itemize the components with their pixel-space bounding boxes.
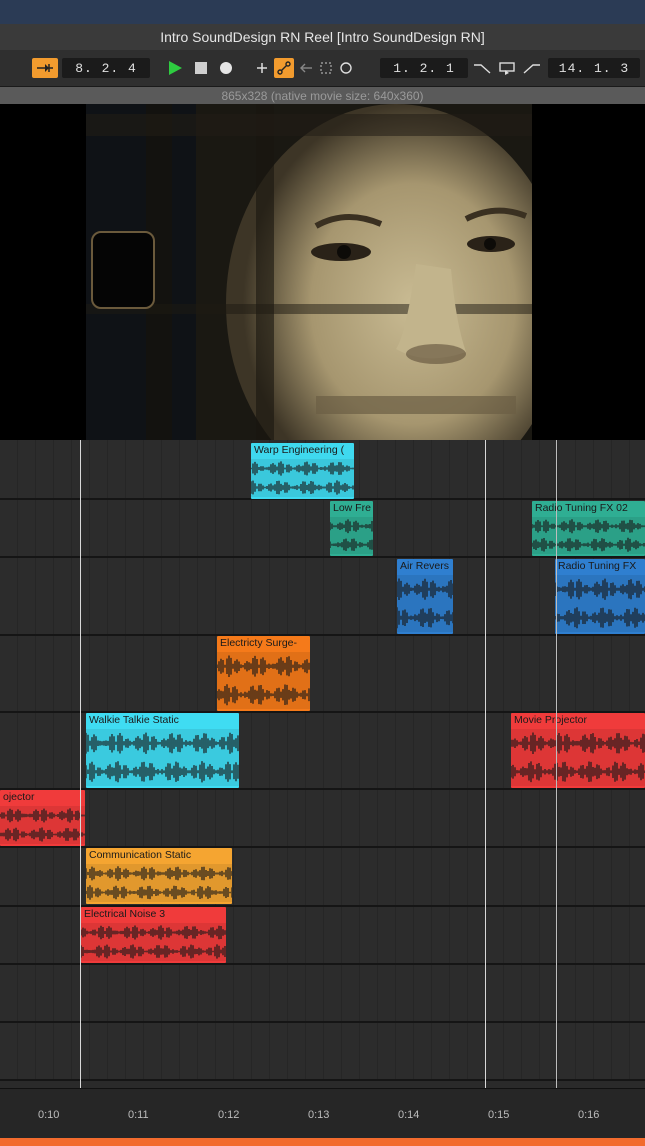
clip-name: Electricty Surge- (220, 637, 298, 649)
waveform (511, 729, 645, 786)
track-lane[interactable] (0, 1023, 645, 1081)
loop-length-field[interactable]: 14. 1. 3 (548, 58, 640, 78)
window-title: Intro SoundDesign RN Reel [Intro SoundDe… (0, 24, 645, 51)
plus-icon (257, 63, 267, 73)
arrow-left-icon (300, 63, 312, 73)
audio-clip[interactable]: Communication Static (86, 848, 232, 904)
audio-clip[interactable]: Warp Engineering ( (251, 443, 354, 499)
top-strip (0, 0, 645, 24)
automation-arm-button[interactable] (274, 58, 294, 78)
punch-in-button[interactable] (472, 58, 492, 78)
time-ruler[interactable]: 0:10 0:11 0:12 0:13 0:14 0:15 0:16 (0, 1088, 645, 1139)
back-to-arrangement-button[interactable] (298, 58, 314, 78)
clip-name: Radio Tuning FX (558, 560, 637, 572)
loop-start-marker[interactable] (80, 440, 81, 1088)
waveform (555, 575, 645, 632)
ruler-tick: 0:16 (578, 1109, 600, 1121)
waveform (217, 652, 310, 709)
loop-start-field[interactable]: 1. 2. 1 (380, 58, 468, 78)
song-position-field[interactable]: 8. 2. 4 (62, 58, 150, 78)
capture-midi-button[interactable] (318, 58, 334, 78)
arrangement-view[interactable]: Warp Engineering ( Low Fre Radio Tuning … (0, 440, 645, 1088)
waveform (532, 517, 645, 554)
audio-clip[interactable]: ojector (0, 790, 85, 846)
clip-name: Warp Engineering ( (254, 444, 345, 456)
punch-out-button[interactable] (522, 58, 542, 78)
waveform (251, 459, 354, 497)
punch-out-icon (523, 64, 540, 74)
loop-icon (499, 62, 515, 75)
track-lane[interactable] (0, 636, 645, 713)
clip-name: Electrical Noise 3 (84, 908, 166, 920)
clip-name: Communication Static (89, 849, 192, 861)
transport-toolbar: 8. 2. 4 1. 2. 1 14. 1. 3 (0, 50, 645, 87)
dashed-square-icon (320, 62, 332, 74)
ruler-tick: 0:13 (308, 1109, 330, 1121)
automation-icon (277, 61, 291, 75)
video-size-info: 865x328 (native movie size: 640x360) (221, 88, 424, 103)
audio-clip[interactable]: Radio Tuning FX 02 (532, 501, 645, 556)
video-image (86, 104, 532, 440)
clip-name: ojector (3, 791, 35, 803)
audio-clip[interactable]: Electrical Noise 3 (81, 907, 226, 963)
waveform (86, 729, 239, 786)
clip-name: Radio Tuning FX 02 (535, 502, 628, 514)
waveform (81, 923, 226, 961)
follow-button[interactable] (32, 58, 58, 78)
overdub-button[interactable] (254, 58, 270, 78)
session-record-button[interactable] (338, 58, 354, 78)
waveform (0, 806, 85, 844)
clip-name: Walkie Talkie Static (89, 714, 179, 726)
video-window[interactable] (0, 104, 645, 440)
track-lane[interactable] (0, 965, 645, 1023)
stop-button[interactable] (192, 58, 210, 78)
track-lane[interactable] (0, 558, 645, 636)
punch-in-icon (474, 64, 491, 74)
audio-clip[interactable]: Low Fre (330, 501, 373, 556)
record-button[interactable] (217, 58, 235, 78)
playhead-line[interactable] (485, 440, 486, 1088)
loop-switch-button[interactable] (496, 58, 518, 78)
play-icon (169, 61, 182, 75)
ruler-tick: 0:12 (218, 1109, 240, 1121)
audio-clip[interactable]: Movie Projector (511, 713, 645, 788)
play-button[interactable] (166, 58, 184, 78)
clip-name: Movie Projector (514, 714, 587, 726)
clip-name: Low Fre (333, 502, 371, 514)
waveform (330, 517, 373, 554)
circle-outline-icon (340, 62, 352, 74)
audio-clip[interactable]: Air Revers (397, 559, 453, 634)
audio-clip[interactable]: Electricty Surge- (217, 636, 310, 711)
ruler-tick: 0:10 (38, 1109, 60, 1121)
video-info-bar: 865x328 (native movie size: 640x360) (0, 87, 645, 104)
clip-name: Air Revers (400, 560, 450, 572)
ruler-tick: 0:14 (398, 1109, 420, 1121)
waveform (86, 864, 232, 902)
waveform (397, 575, 453, 632)
audio-clip[interactable]: Radio Tuning FX (555, 559, 645, 634)
window-title-text: Intro SoundDesign RN Reel [Intro SoundDe… (160, 29, 485, 45)
stop-icon (195, 62, 207, 74)
loop-end-marker[interactable] (556, 440, 557, 1088)
video-frame (86, 104, 532, 440)
ruler-tick: 0:15 (488, 1109, 510, 1121)
record-icon (220, 62, 232, 74)
bottom-status-strip (0, 1138, 645, 1146)
follow-arrow-icon (37, 64, 53, 72)
ruler-tick: 0:11 (128, 1109, 149, 1121)
track-lane[interactable] (0, 790, 645, 848)
audio-clip[interactable]: Walkie Talkie Static (86, 713, 239, 788)
